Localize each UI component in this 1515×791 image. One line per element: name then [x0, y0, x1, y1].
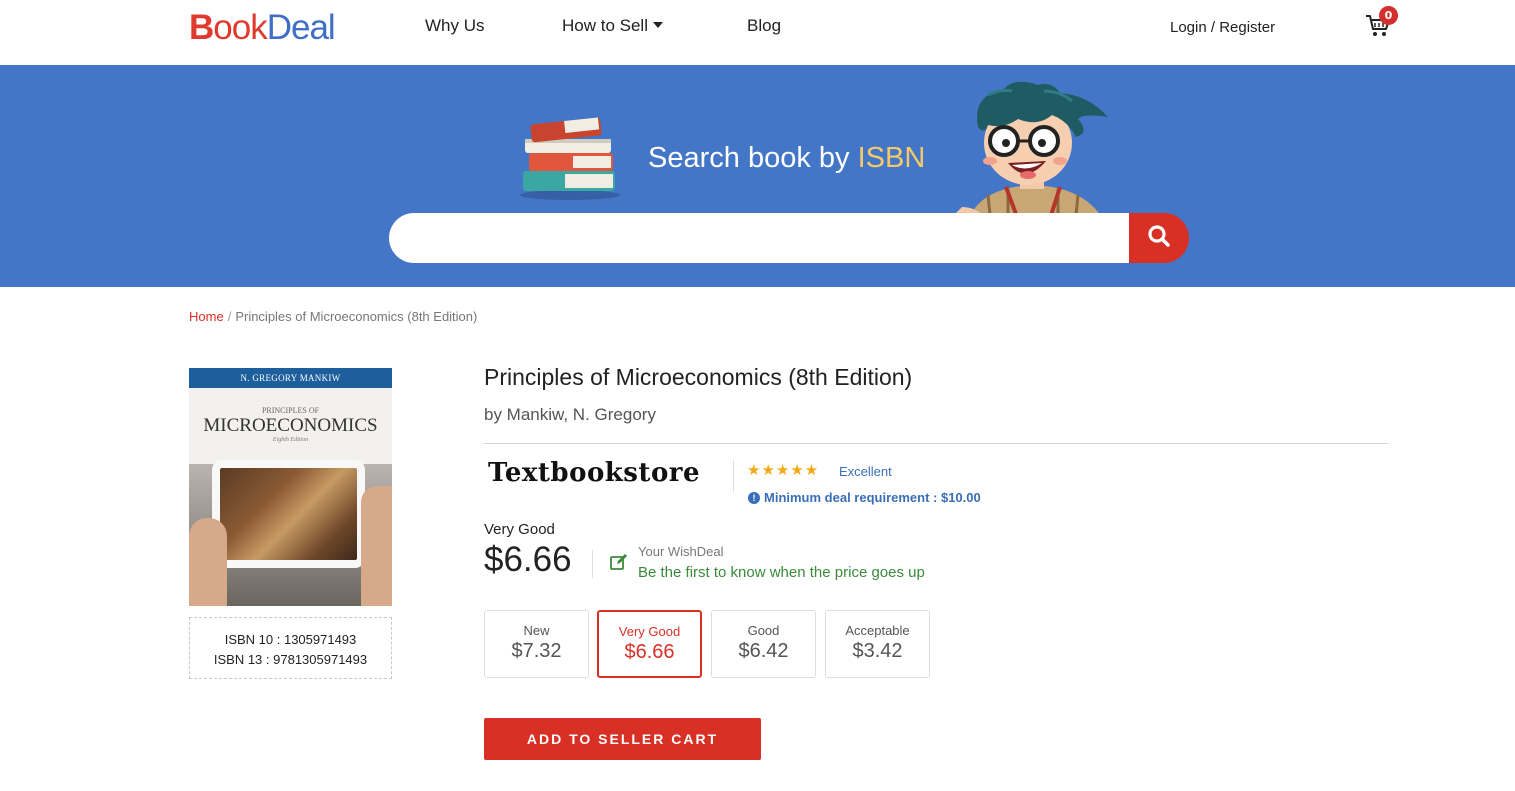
isbn-search-input[interactable] — [389, 213, 1149, 263]
logo-ook: ook — [213, 8, 267, 47]
book-author: by Mankiw, N. Gregory — [484, 405, 656, 424]
breadcrumb-home-link[interactable]: Home — [189, 309, 224, 324]
section-divider — [484, 443, 1388, 444]
breadcrumb-current: Principles of Microeconomics (8th Editio… — [235, 309, 478, 324]
top-navbar: B ook Deal Why Us How to Sell Blog Login… — [0, 0, 1515, 65]
condition-price: $7.32 — [511, 640, 562, 662]
book-title: Principles of Microeconomics (8th Editio… — [484, 364, 913, 390]
nav-how-to-sell-label: How to Sell — [562, 16, 648, 35]
price-separator — [592, 550, 593, 578]
cart-count-badge: 0 — [1379, 6, 1398, 25]
selected-condition-label: Very Good — [484, 521, 555, 538]
cover-left-hand — [189, 518, 227, 606]
wishdeal-link[interactable]: Be the first to know when the price goes… — [638, 564, 925, 581]
nav-why-us[interactable]: Why Us — [425, 16, 485, 36]
condition-name: Very Good — [618, 624, 681, 639]
condition-option-new[interactable]: New $7.32 — [484, 610, 589, 678]
search-button[interactable] — [1129, 213, 1189, 263]
book-stack-icon — [515, 113, 625, 201]
condition-price: $6.42 — [738, 640, 789, 662]
info-icon: ! — [748, 491, 760, 504]
edit-wishdeal-icon[interactable] — [609, 552, 629, 572]
cover-subtitle: PRINCIPLES OF — [261, 406, 320, 415]
wishdeal-title: Your WishDeal — [638, 544, 724, 559]
add-to-seller-cart-button[interactable]: ADD TO SELLER CART — [484, 718, 761, 760]
cover-edition: Eighth Edition — [272, 437, 309, 443]
hero-title-highlight: ISBN — [857, 142, 926, 174]
bookdeal-logo[interactable]: B ook Deal — [189, 8, 336, 48]
book-cover-image: N. GREGORY MANKIW PRINCIPLES OF MICROECO… — [189, 368, 392, 606]
seller-separator — [733, 460, 734, 492]
caret-down-icon — [652, 22, 663, 28]
search-icon — [1147, 224, 1171, 252]
condition-price: $6.66 — [624, 641, 675, 663]
minimum-deal-requirement: ! Minimum deal requirement : $10.00 — [748, 490, 981, 505]
selected-price: $6.66 — [484, 540, 572, 579]
condition-name: Good — [747, 623, 780, 638]
login-register-link[interactable]: Login / Register — [1170, 19, 1275, 36]
logo-b: B — [189, 8, 214, 47]
condition-option-very-good[interactable]: Very Good $6.66 — [597, 610, 702, 678]
isbn-info-box: ISBN 10 : 1305971493 ISBN 13 : 978130597… — [189, 617, 392, 679]
cover-tablet-illustration — [212, 460, 365, 568]
cover-right-hand — [361, 486, 392, 606]
cover-author-band: N. GREGORY MANKIW — [189, 368, 392, 388]
seller-logo: Textbookstore — [488, 458, 701, 488]
condition-name: Acceptable — [845, 623, 910, 638]
tablet-screen — [220, 468, 357, 560]
breadcrumb-separator: / — [227, 309, 232, 324]
hero-title-prefix: Search book by — [648, 142, 858, 174]
hero-search-banner: Search book by ISBN — [0, 65, 1515, 287]
condition-option-good[interactable]: Good $6.42 — [711, 610, 816, 678]
rating-label[interactable]: Excellent — [839, 464, 892, 479]
hero-title: Search book by ISBN — [648, 142, 925, 175]
logo-deal: Deal — [266, 8, 336, 47]
condition-name: New — [523, 623, 550, 638]
min-deal-text: Minimum deal requirement : $10.00 — [764, 490, 981, 505]
nav-how-to-sell[interactable]: How to Sell — [562, 16, 663, 36]
isbn-search-bar — [389, 213, 1189, 263]
condition-price: $3.42 — [852, 640, 903, 662]
isbn13-text: ISBN 13 : 9781305971493 — [213, 652, 368, 667]
nav-blog[interactable]: Blog — [747, 16, 781, 36]
breadcrumb: Home / Principles of Microeconomics (8th E… — [189, 309, 477, 324]
isbn10-text: ISBN 10 : 1305971493 — [224, 632, 357, 647]
star-rating-icon: ★★★★★ — [747, 461, 820, 479]
condition-option-acceptable[interactable]: Acceptable $3.42 — [825, 610, 930, 678]
cover-title: MICROECONOMICS — [203, 415, 378, 436]
